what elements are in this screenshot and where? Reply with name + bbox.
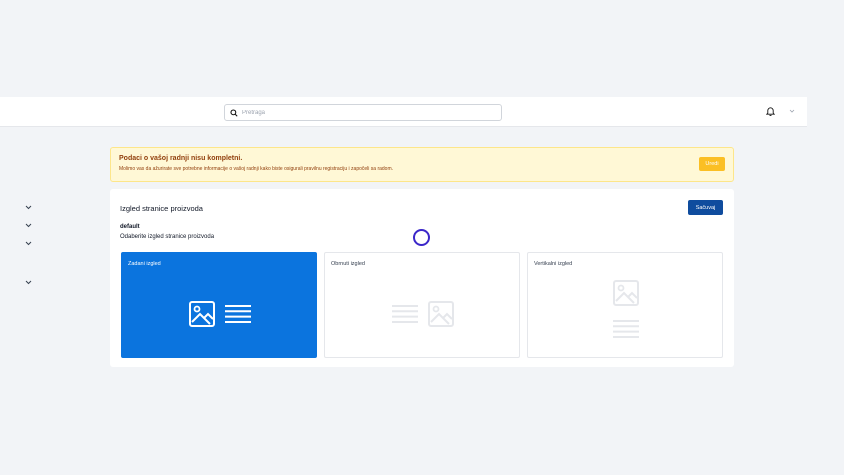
card-title: Izgled stranice proizvoda (120, 204, 203, 213)
alert-text: Molimo vas da ažurirate sve potrebne inf… (119, 166, 394, 172)
field-name: default (120, 224, 140, 230)
lines-icon (224, 304, 252, 324)
layout-option-label: Zadani izgled (128, 261, 161, 267)
sidebar-chevron-down-icon[interactable] (25, 280, 32, 285)
user-menu-chevron-down-icon[interactable] (789, 108, 795, 114)
sidebar-chevron-down-icon[interactable] (25, 241, 32, 246)
layout-option-label: Obrnuti izgled (331, 261, 365, 267)
field-description: Odaberite izgled stranice proizvoda (120, 234, 215, 240)
bell-icon[interactable] (766, 106, 775, 116)
layout-option-default[interactable]: Zadani izgled (121, 252, 317, 358)
search-input[interactable] (242, 109, 482, 116)
edit-button[interactable]: Uredi (699, 157, 725, 171)
layout-option-reversed[interactable]: Obrnuti izgled (324, 252, 520, 358)
search-box[interactable] (224, 104, 502, 121)
image-icon (188, 300, 216, 328)
alert-title: Podaci o vašoj radnji nisu kompletni. (119, 155, 243, 162)
cursor-indicator (413, 229, 430, 246)
save-button[interactable]: Sačuvaj (688, 200, 723, 215)
sidebar-chevron-down-icon[interactable] (25, 205, 32, 210)
sidebar-chevron-down-icon[interactable] (25, 223, 32, 228)
layout-option-vertical[interactable]: Vertikalni izgled (527, 252, 723, 358)
top-bar (0, 97, 807, 127)
lines-icon (391, 304, 419, 324)
product-page-layout-card: Izgled stranice proizvoda Sačuvaj defaul… (110, 189, 734, 367)
layout-option-label: Vertikalni izgled (534, 261, 573, 267)
image-icon (427, 300, 455, 328)
lines-icon (612, 319, 640, 339)
image-icon (612, 279, 640, 307)
incomplete-info-alert: Podaci o vašoj radnji nisu kompletni. Mo… (110, 147, 734, 182)
search-icon (230, 104, 238, 122)
